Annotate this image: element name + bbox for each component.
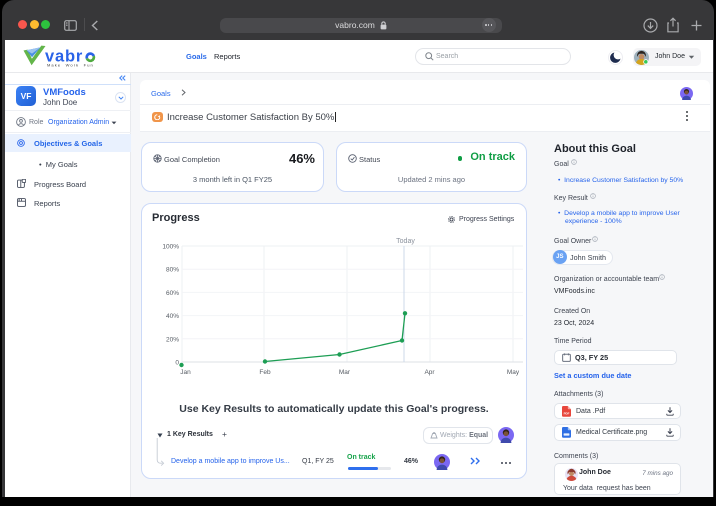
svg-text:Make Work Fun: Make Work Fun: [47, 62, 94, 67]
svg-text:60%: 60%: [166, 290, 179, 297]
svg-text:Jan: Jan: [180, 369, 191, 376]
svg-text:Today: Today: [396, 238, 415, 245]
svg-text:0: 0: [175, 360, 179, 367]
svg-text:20%: 20%: [166, 336, 179, 343]
svg-text:40%: 40%: [166, 313, 179, 320]
svg-text:Feb: Feb: [259, 369, 271, 376]
svg-text:Mar: Mar: [339, 369, 351, 376]
svg-text:80%: 80%: [166, 267, 179, 274]
svg-text:Apr: Apr: [424, 369, 435, 376]
svg-text:May: May: [507, 369, 520, 376]
svg-text:100%: 100%: [162, 244, 179, 251]
svg-text:PDF: PDF: [563, 411, 569, 415]
